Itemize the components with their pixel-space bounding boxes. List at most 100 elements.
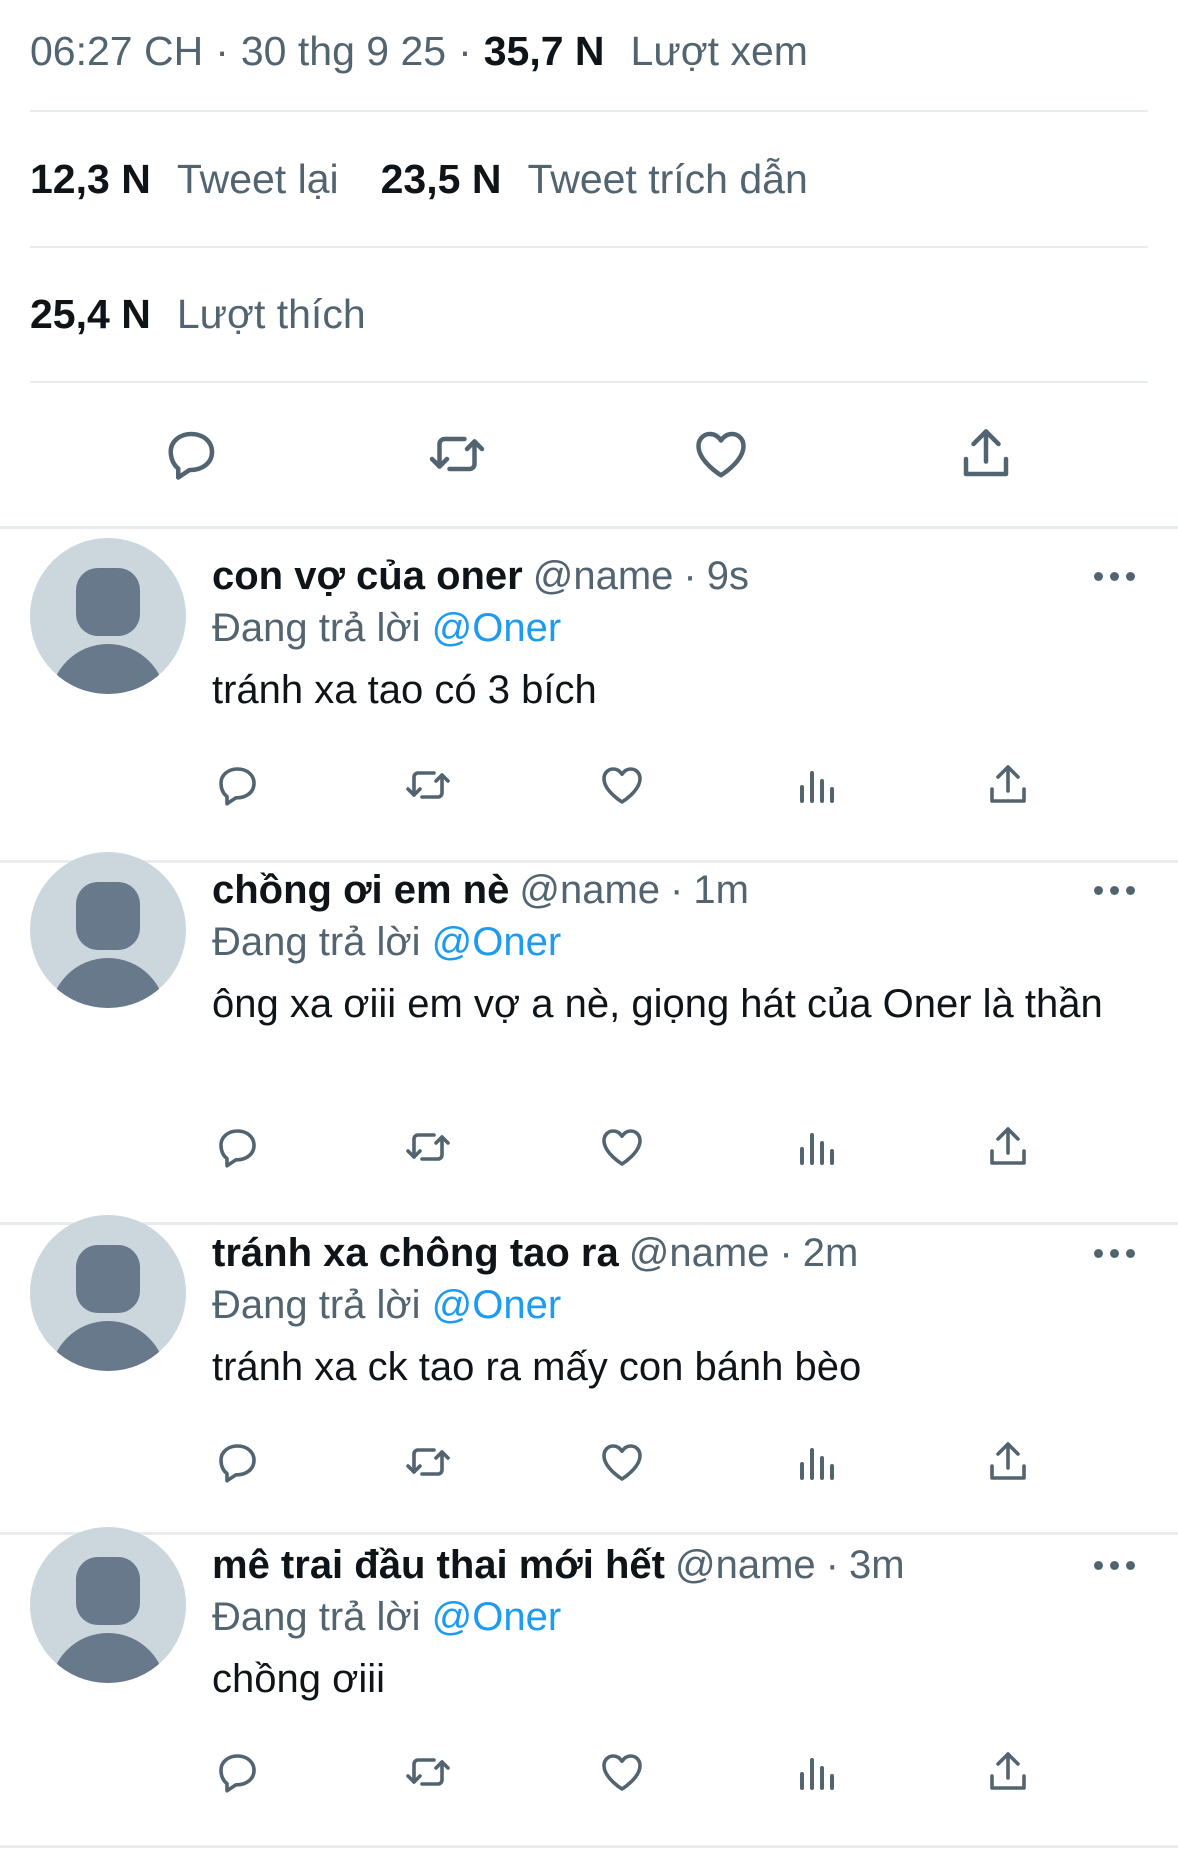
share-icon <box>990 1127 1026 1165</box>
reply-icon <box>219 767 256 806</box>
more-icon <box>1126 571 1135 581</box>
retweet-button[interactable] <box>425 422 489 486</box>
retweet-icon <box>406 1448 450 1476</box>
user-handle[interactable]: @name <box>629 1231 770 1275</box>
display-name[interactable]: con vợ của oner <box>212 554 523 598</box>
like-button[interactable] <box>596 1436 648 1488</box>
retweet-button[interactable] <box>402 1436 454 1488</box>
more-icon <box>1110 571 1119 581</box>
reply-time[interactable]: 3m <box>849 1543 905 1587</box>
more-icon <box>1094 1248 1103 1258</box>
divider <box>30 110 1148 112</box>
share-icon <box>990 1442 1026 1480</box>
likes-label[interactable]: Lượt thích <box>177 291 366 338</box>
reply-icon <box>219 1444 256 1483</box>
divider <box>0 526 1178 529</box>
views-button[interactable] <box>790 759 842 811</box>
more-button[interactable] <box>1094 566 1138 586</box>
reply-time[interactable]: 1m <box>693 868 749 912</box>
divider <box>0 1532 1178 1535</box>
display-name[interactable]: mê trai đầu thai mới hết <box>212 1543 665 1587</box>
retweet-button[interactable] <box>402 1121 454 1173</box>
views-button[interactable] <box>790 1436 842 1488</box>
more-icon <box>1094 885 1103 895</box>
retweet-icon <box>406 1758 450 1786</box>
display-name[interactable]: chồng ơi em nè <box>212 868 509 912</box>
avatar-body-shape <box>50 1633 166 1683</box>
reply-header: mê trai đầu thai mới hết @name · 3m <box>212 1543 905 1588</box>
like-button[interactable] <box>689 422 753 486</box>
more-icon <box>1126 1560 1135 1570</box>
meta-separator: · <box>458 27 472 74</box>
views-button[interactable] <box>790 1121 842 1173</box>
mention-link[interactable]: @Oner <box>432 1283 562 1327</box>
retweet-icon <box>406 771 450 799</box>
more-button[interactable] <box>1094 1243 1138 1263</box>
more-button[interactable] <box>1094 1555 1138 1575</box>
likes-count[interactable]: 25,4 N <box>30 291 151 338</box>
reply-button[interactable] <box>212 1746 264 1798</box>
mention-link[interactable]: @Oner <box>432 1595 562 1639</box>
heart-icon <box>602 1444 642 1481</box>
meta-separator: · <box>670 868 684 912</box>
replying-prefix: Đang trả lời <box>212 1595 421 1639</box>
avatar[interactable] <box>30 538 186 694</box>
more-button[interactable] <box>1094 880 1138 900</box>
heart-icon <box>602 767 642 804</box>
retweet-button[interactable] <box>402 1746 454 1798</box>
more-icon <box>1126 885 1135 895</box>
replying-to: Đang trả lời @Oner <box>212 1283 561 1328</box>
avatar[interactable] <box>30 1527 186 1683</box>
reply-button[interactable] <box>212 1121 264 1173</box>
avatar[interactable] <box>30 1215 186 1371</box>
replying-prefix: Đang trả lời <box>212 920 421 964</box>
avatar-body-shape <box>50 958 166 1008</box>
retweets-label[interactable]: Tweet lại <box>177 156 339 203</box>
reply-time[interactable]: 9s <box>707 554 749 598</box>
share-button[interactable] <box>982 1746 1034 1798</box>
share-button[interactable] <box>982 759 1034 811</box>
like-button[interactable] <box>596 759 648 811</box>
mention-link[interactable]: @Oner <box>432 606 562 650</box>
views-button[interactable] <box>790 1746 842 1798</box>
avatar-body-shape <box>50 644 166 694</box>
avatar-head-shape <box>76 568 140 636</box>
replying-to: Đang trả lời @Oner <box>212 920 561 965</box>
divider <box>0 860 1178 863</box>
reply-text: ông xa ơiii em vợ a nè, giọng hát của On… <box>212 982 1103 1026</box>
reply-action-bar <box>212 1121 1052 1181</box>
reply-text: tránh xa tao có 3 bích <box>212 668 597 712</box>
quotes-count[interactable]: 23,5 N <box>381 156 502 203</box>
replying-prefix: Đang trả lời <box>212 606 421 650</box>
reply-action-bar <box>212 759 1052 819</box>
share-button[interactable] <box>982 1436 1034 1488</box>
more-icon <box>1110 885 1119 895</box>
mention-link[interactable]: @Oner <box>432 920 562 964</box>
share-icon <box>990 765 1026 803</box>
share-button[interactable] <box>954 422 1018 486</box>
heart-icon <box>602 1129 642 1166</box>
reply-icon <box>219 1754 256 1793</box>
share-button[interactable] <box>982 1121 1034 1173</box>
user-handle[interactable]: @name <box>675 1543 816 1587</box>
replying-to: Đang trả lời @Oner <box>212 1595 561 1640</box>
user-handle[interactable]: @name <box>533 554 674 598</box>
reply-button[interactable] <box>160 422 224 486</box>
reply-time[interactable]: 2m <box>803 1231 859 1275</box>
more-icon <box>1094 1560 1103 1570</box>
reply-header: tránh xa chông tao ra @name · 2m <box>212 1231 858 1276</box>
like-button[interactable] <box>596 1746 648 1798</box>
meta-separator: · <box>825 1543 839 1587</box>
heart-icon <box>602 1754 642 1791</box>
reply-button[interactable] <box>212 1436 264 1488</box>
retweet-button[interactable] <box>402 759 454 811</box>
like-button[interactable] <box>596 1121 648 1173</box>
avatar-head-shape <box>76 1557 140 1625</box>
reply-button[interactable] <box>212 759 264 811</box>
quotes-label[interactable]: Tweet trích dẫn <box>527 156 807 203</box>
display-name[interactable]: tránh xa chông tao ra <box>212 1231 619 1275</box>
retweets-count[interactable]: 12,3 N <box>30 156 151 203</box>
avatar[interactable] <box>30 852 186 1008</box>
user-handle[interactable]: @name <box>519 868 660 912</box>
tweet-time: 06:27 CH <box>30 27 204 74</box>
